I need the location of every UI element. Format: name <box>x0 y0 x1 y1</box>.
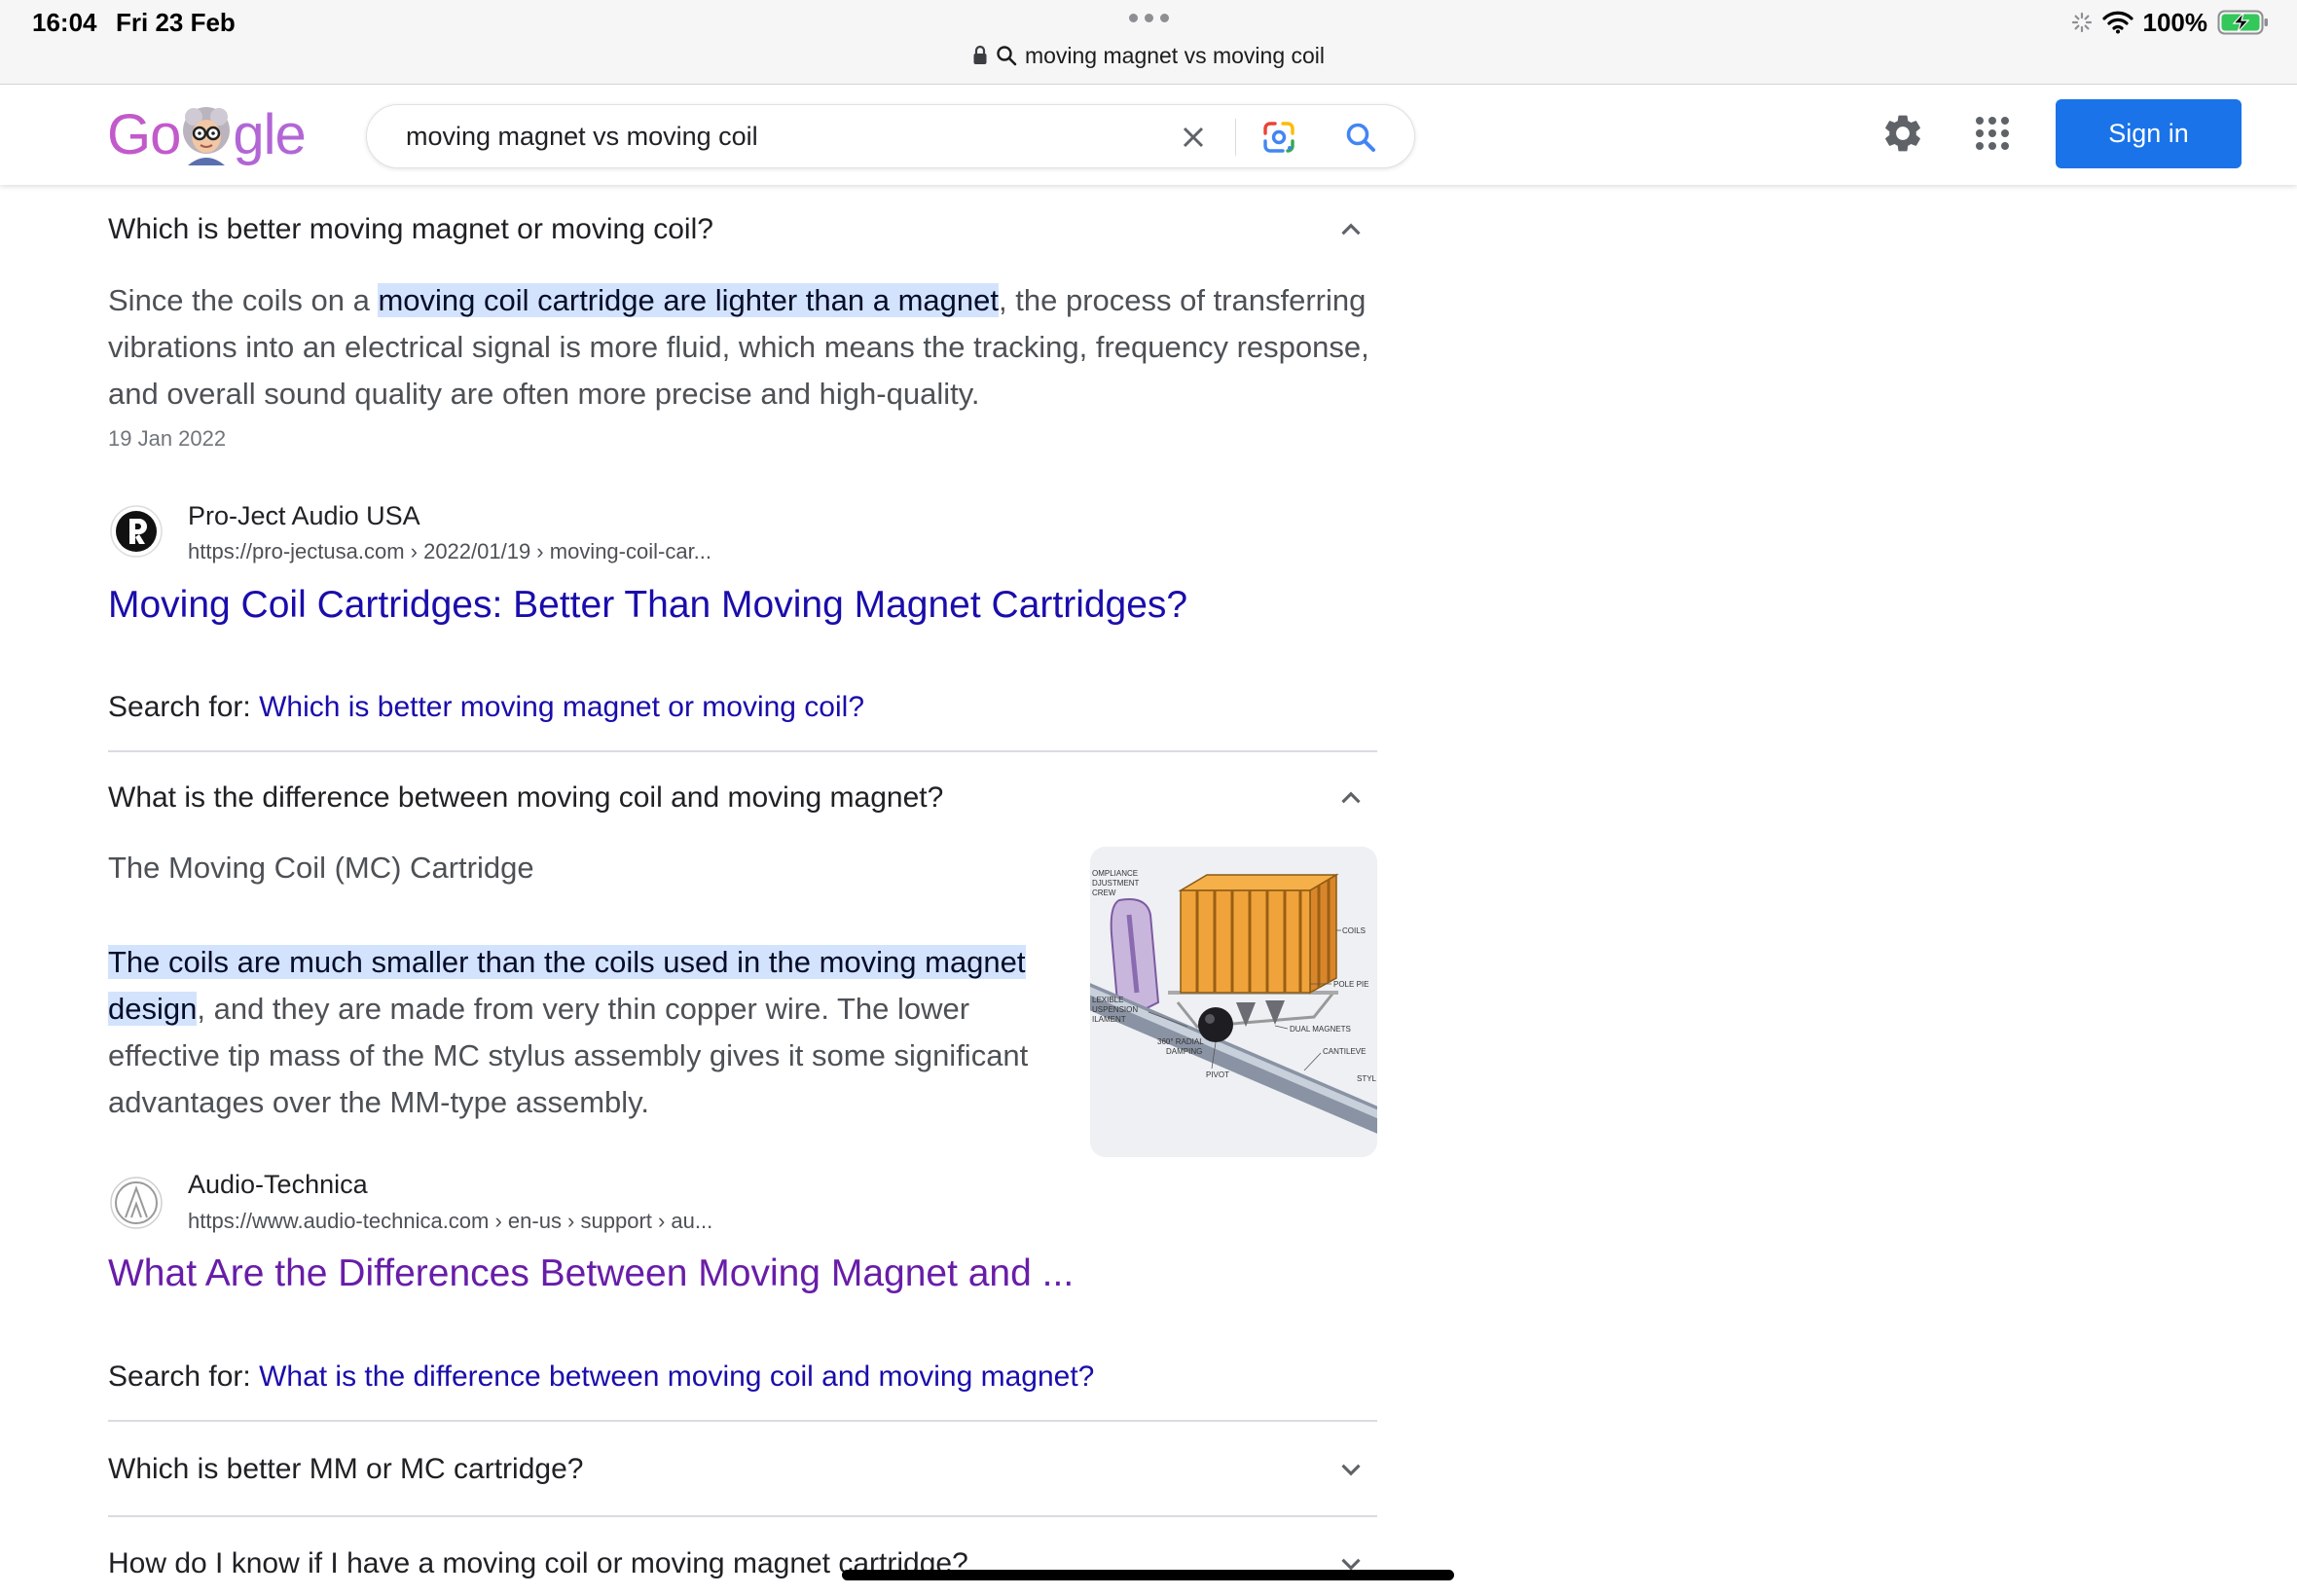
search-for-link[interactable]: What is the difference between moving co… <box>259 1360 1094 1393</box>
answer-thumbnail-image[interactable]: OMPLIANCE DJUSTMENT CREW COILS POLE PIE … <box>1090 847 1377 1157</box>
diagram-label: CREW <box>1092 889 1116 897</box>
diagram-label: DUAL MAGNETS <box>1290 1025 1351 1034</box>
address-bar[interactable]: moving magnet vs moving coil <box>0 39 2297 72</box>
lock-icon <box>973 45 987 64</box>
search-for-label: Search for: <box>108 1360 260 1393</box>
gear-icon <box>1885 115 1920 152</box>
diagram-label: OMPLIANCE <box>1092 869 1138 878</box>
answer-text: , and they are made from very thin coppe… <box>108 992 1029 1119</box>
chevron-down-icon <box>1341 1464 1361 1476</box>
diagram-label: LEXIBLE <box>1092 996 1123 1004</box>
diagram-label: DAMPING <box>1166 1047 1202 1056</box>
status-date: Fri 23 Feb <box>116 8 236 37</box>
faq-divider <box>108 1515 1377 1517</box>
diagram-label: DJUSTMENT <box>1092 879 1140 888</box>
diagram-label: CANTILEVE <box>1323 1047 1366 1056</box>
google-lens-button[interactable] <box>1258 117 1299 158</box>
search-submit-button[interactable] <box>1340 117 1381 158</box>
source-site-name: Audio-Technica <box>188 1170 368 1199</box>
audio-technica-favicon-icon <box>110 1177 163 1229</box>
search-icon <box>1346 123 1375 152</box>
battery-icon <box>2217 10 2268 35</box>
result-title-link-1[interactable]: Moving Coil Cartridges: Better Than Movi… <box>108 582 1187 629</box>
address-url-text: moving magnet vs moving coil <box>1024 43 1326 68</box>
source-url: https://www.audio-technica.com › en-us ›… <box>188 1209 713 1233</box>
answer-date: 19 Jan 2022 <box>108 426 227 451</box>
faq-divider <box>108 1420 1377 1422</box>
search-for-link[interactable]: Which is better moving magnet or moving … <box>259 691 864 723</box>
diagram-label: PIVOT <box>1206 1070 1229 1079</box>
doodle-portrait-icon <box>183 107 231 165</box>
faq-divider <box>108 750 1377 752</box>
google-lens-icon <box>1263 122 1294 153</box>
faq-question-2[interactable]: What is the difference between moving co… <box>108 775 1377 821</box>
sign-in-button[interactable]: Sign in <box>2056 99 2242 168</box>
chevron-up-icon <box>1341 791 1361 804</box>
cartridge-diagram: OMPLIANCE DJUSTMENT CREW COILS POLE PIE … <box>1090 847 1377 1157</box>
pro-ject-favicon-icon <box>110 505 163 558</box>
answer-text: Since the coils on a <box>108 283 379 317</box>
faq-question-text: How do I know if I have a moving coil or… <box>108 1547 968 1579</box>
faq-question-text: Which is better MM or MC cartridge? <box>108 1453 584 1485</box>
logo-text-right: gle <box>233 103 306 166</box>
diagram-label: STYL <box>1357 1074 1377 1083</box>
search-input[interactable] <box>406 105 1146 167</box>
clear-search-button[interactable] <box>1173 117 1214 158</box>
answer-snippet-1: Since the coils on a moving coil cartrid… <box>108 277 1393 417</box>
faq-question-text: What is the difference between moving co… <box>108 781 944 814</box>
home-indicator[interactable] <box>842 1570 1454 1580</box>
activity-spinner-icon <box>2071 12 2092 33</box>
source-url: https://pro-jectusa.com › 2022/01/19 › m… <box>188 539 712 563</box>
search-box-separator <box>1235 119 1236 156</box>
diagram-label: COILS <box>1342 926 1366 935</box>
chevron-up-icon <box>1341 223 1361 236</box>
result-source-1[interactable]: Pro-Ject Audio USA https://pro-jectusa.c… <box>108 496 1081 564</box>
source-site-name: Pro-Ject Audio USA <box>188 501 420 530</box>
diagram-label: ILAMENT <box>1092 1015 1126 1024</box>
diagram-label: 360° RADIAL <box>1157 1037 1204 1046</box>
status-time: 16:04 <box>32 8 97 37</box>
battery-percentage: 100% <box>2142 7 2208 37</box>
wifi-icon <box>2101 11 2133 34</box>
google-doodle-logo[interactable]: Go gle <box>107 103 307 166</box>
search-icon <box>997 46 1017 66</box>
multitasking-dots[interactable] <box>0 14 2297 22</box>
search-for-row-1: Search for: Which is better moving magne… <box>108 688 864 727</box>
search-box <box>366 104 1415 168</box>
diagram-label: USPENSION <box>1092 1005 1138 1014</box>
answer-heading: The Moving Coil (MC) Cartridge <box>108 851 534 885</box>
diagram-label: POLE PIE <box>1333 980 1368 989</box>
search-for-row-2: Search for: What is the difference betwe… <box>108 1358 1094 1396</box>
answer-highlight: moving coil cartridge are lighter than a… <box>378 283 1000 317</box>
logo-text-left: Go <box>107 103 181 166</box>
result-title-link-2[interactable]: What Are the Differences Between Moving … <box>108 1251 1074 1297</box>
faq-question-3[interactable]: Which is better MM or MC cartridge? <box>108 1446 1377 1493</box>
settings-button[interactable] <box>1880 111 1925 156</box>
apps-grid-icon <box>1976 117 2009 150</box>
answer-snippet-2: The coils are much smaller than the coil… <box>108 939 1081 1126</box>
status-indicators: 100% <box>2071 6 2271 39</box>
google-apps-button[interactable] <box>1970 111 2015 156</box>
search-for-label: Search for: <box>108 691 260 723</box>
close-icon <box>1183 127 1204 148</box>
faq-question-1[interactable]: Which is better moving magnet or moving … <box>108 206 1377 253</box>
faq-question-text: Which is better moving magnet or moving … <box>108 213 713 245</box>
result-source-2[interactable]: Audio-Technica https://www.audio-technic… <box>108 1165 1081 1233</box>
